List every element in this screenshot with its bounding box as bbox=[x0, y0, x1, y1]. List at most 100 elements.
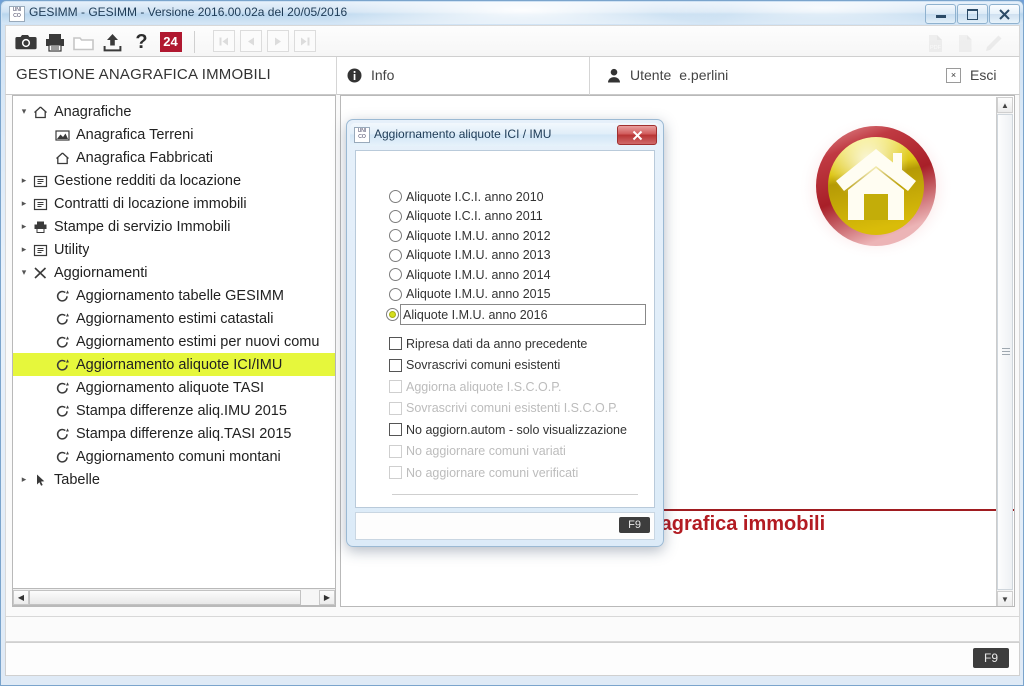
checkbox-option-4[interactable]: No aggiorn.autom - solo visualizzazione bbox=[389, 419, 627, 441]
tree-item-0[interactable]: ▾ Anagrafiche bbox=[13, 100, 335, 123]
scroll-down-button[interactable]: ▼ bbox=[997, 591, 1013, 606]
tree-horizontal-scrollbar[interactable]: ◀ ▶ bbox=[12, 588, 336, 606]
hscroll-track[interactable] bbox=[29, 589, 319, 605]
twisty-collapsed-icon[interactable]: ▸ bbox=[17, 220, 31, 234]
tree-item-3[interactable]: ▸ Gestione redditi da locazione bbox=[13, 169, 335, 192]
radio-unselected-icon[interactable] bbox=[389, 248, 402, 262]
radio-unselected-icon[interactable] bbox=[389, 287, 402, 301]
upload-button[interactable] bbox=[99, 29, 126, 56]
twisty-collapsed-icon[interactable]: ▸ bbox=[17, 197, 31, 211]
exit-button[interactable]: × Esci bbox=[946, 67, 996, 83]
radio-unselected-icon[interactable] bbox=[389, 268, 402, 282]
toolbar-right-group: PDF bbox=[922, 30, 1009, 57]
tree-item-12[interactable]: ▸Aggiornamento aliquote TASI bbox=[13, 376, 335, 399]
folder-button[interactable] bbox=[70, 29, 97, 56]
info-button[interactable]: Info bbox=[347, 67, 394, 83]
record-navigation-group bbox=[213, 30, 321, 52]
dialog-close-icon bbox=[632, 130, 642, 140]
maximize-button[interactable] bbox=[957, 4, 988, 24]
checkbox-unchecked-icon[interactable] bbox=[389, 358, 402, 372]
radio-unselected-icon[interactable] bbox=[389, 229, 402, 243]
checkbox-unchecked-icon[interactable] bbox=[389, 423, 402, 437]
twisty-collapsed-icon[interactable]: ▸ bbox=[17, 243, 31, 257]
dialog-title: Aggiornamento aliquote ICI / IMU bbox=[374, 127, 552, 141]
tree-item-label: Aggiornamenti bbox=[54, 264, 148, 281]
checkbox-unchecked-icon bbox=[389, 466, 402, 480]
checkbox-option-label: Sovrascrivi comuni esistenti bbox=[406, 358, 561, 373]
first-record-button[interactable] bbox=[213, 30, 235, 52]
checkbox-option-1[interactable]: Sovrascrivi comuni esistenti bbox=[389, 355, 627, 377]
maximize-icon bbox=[967, 8, 978, 20]
tree-item-5[interactable]: ▸ Stampe di servizio Immobili bbox=[13, 215, 335, 238]
tree-item-13[interactable]: ▸Stampa differenze aliq.IMU 2015 bbox=[13, 399, 335, 422]
hscroll-thumb[interactable] bbox=[29, 589, 301, 605]
tree-item-8[interactable]: ▸Aggiornamento tabelle GESIMM bbox=[13, 284, 335, 307]
form-icon bbox=[33, 244, 48, 256]
previous-record-button[interactable] bbox=[240, 30, 262, 52]
last-record-button[interactable] bbox=[294, 30, 316, 52]
user-name: e.perlini bbox=[679, 67, 729, 83]
radio-option-4[interactable]: Aliquote I.M.U. anno 2014 bbox=[389, 265, 646, 285]
twisty-collapsed-icon[interactable]: ▸ bbox=[17, 473, 31, 487]
print-button[interactable] bbox=[41, 29, 68, 56]
document-button[interactable] bbox=[951, 30, 978, 57]
scroll-up-button[interactable]: ▲ bbox=[997, 97, 1013, 113]
badge-24-button[interactable]: 24 bbox=[157, 29, 184, 56]
scroll-right-button[interactable]: ▶ bbox=[319, 589, 335, 605]
tree-item-label: Contratti di locazione immobili bbox=[54, 195, 247, 212]
checkbox-option-0[interactable]: Ripresa dati da anno precedente bbox=[389, 333, 627, 355]
tree-item-7[interactable]: ▾ Aggiornamenti bbox=[13, 261, 335, 284]
checkbox-unchecked-icon[interactable] bbox=[389, 337, 402, 351]
status-bar bbox=[5, 616, 1020, 642]
tree-item-10[interactable]: ▸Aggiornamento estimi per nuovi comu bbox=[13, 330, 335, 353]
close-button[interactable] bbox=[989, 4, 1020, 24]
function-key-bar: F9 bbox=[5, 642, 1020, 676]
tree-item-6[interactable]: ▸ Utility bbox=[13, 238, 335, 261]
tree-item-4[interactable]: ▸ Contratti di locazione immobili bbox=[13, 192, 335, 215]
camera-button[interactable] bbox=[12, 29, 39, 56]
scroll-left-button[interactable]: ◀ bbox=[13, 589, 29, 605]
tree-item-9[interactable]: ▸Aggiornamento estimi catastali bbox=[13, 307, 335, 330]
printer-icon bbox=[31, 219, 50, 235]
navigation-tree: ▾Anagrafiche▸Anagrafica Terreni▸Anagrafi… bbox=[13, 100, 335, 491]
tree-item-14[interactable]: ▸Stampa differenze aliq.TASI 2015 bbox=[13, 422, 335, 445]
navigation-tree-panel[interactable]: ▾Anagrafiche▸Anagrafica Terreni▸Anagrafi… bbox=[12, 95, 336, 607]
refresh-icon bbox=[53, 357, 72, 373]
tools-icon bbox=[31, 265, 50, 281]
twisty-expanded-icon[interactable]: ▾ bbox=[17, 266, 31, 280]
tree-item-2[interactable]: ▸Anagrafica Fabbricati bbox=[13, 146, 335, 169]
twisty-expanded-icon[interactable]: ▾ bbox=[17, 105, 31, 119]
title-bar: UNI CO GESIMM - GESIMM - Versione 2016.00… bbox=[2, 2, 1023, 24]
tree-item-11[interactable]: ▸Aggiornamento aliquote ICI/IMU bbox=[13, 353, 335, 376]
help-button[interactable]: ? bbox=[128, 29, 155, 56]
house-icon bbox=[53, 150, 72, 166]
folder-icon bbox=[73, 36, 94, 50]
tree-item-16[interactable]: ▸ Tabelle bbox=[13, 468, 335, 491]
next-record-button[interactable] bbox=[267, 30, 289, 52]
refresh-icon bbox=[56, 450, 69, 463]
tree-item-label: Gestione redditi da locazione bbox=[54, 172, 242, 189]
edit-pencil-button[interactable] bbox=[980, 30, 1007, 57]
tree-item-15[interactable]: ▸Aggiornamento comuni montani bbox=[13, 445, 335, 468]
pdf-export-button[interactable]: PDF bbox=[922, 30, 949, 57]
radio-unselected-icon[interactable] bbox=[389, 190, 402, 204]
refresh-icon bbox=[56, 289, 69, 302]
user-indicator[interactable]: Utente e.perlini bbox=[607, 67, 728, 83]
radio-selected-icon[interactable] bbox=[386, 308, 399, 321]
minimize-button[interactable] bbox=[925, 4, 956, 24]
radio-option-1[interactable]: Aliquote I.C.I. anno 2011 bbox=[389, 207, 646, 227]
twisty-collapsed-icon[interactable]: ▸ bbox=[17, 174, 31, 188]
dialog-f9-key[interactable]: F9 bbox=[619, 517, 650, 533]
content-vertical-scrollbar[interactable]: ▲ ▼ bbox=[996, 97, 1013, 606]
radio-option-2[interactable]: Aliquote I.M.U. anno 2012 bbox=[389, 226, 646, 246]
radio-option-6[interactable]: Aliquote I.M.U. anno 2016 bbox=[386, 304, 646, 325]
f9-key-button[interactable]: F9 bbox=[972, 648, 1009, 668]
radio-option-3[interactable]: Aliquote I.M.U. anno 2013 bbox=[389, 246, 646, 266]
vscroll-thumb[interactable] bbox=[997, 114, 1013, 590]
dialog-close-button[interactable] bbox=[617, 125, 657, 145]
minimize-icon bbox=[935, 15, 946, 18]
radio-option-0[interactable]: Aliquote I.C.I. anno 2010 bbox=[389, 187, 646, 207]
tree-item-1[interactable]: ▸Anagrafica Terreni bbox=[13, 123, 335, 146]
radio-unselected-icon[interactable] bbox=[389, 209, 402, 223]
radio-option-5[interactable]: Aliquote I.M.U. anno 2015 bbox=[389, 285, 646, 305]
